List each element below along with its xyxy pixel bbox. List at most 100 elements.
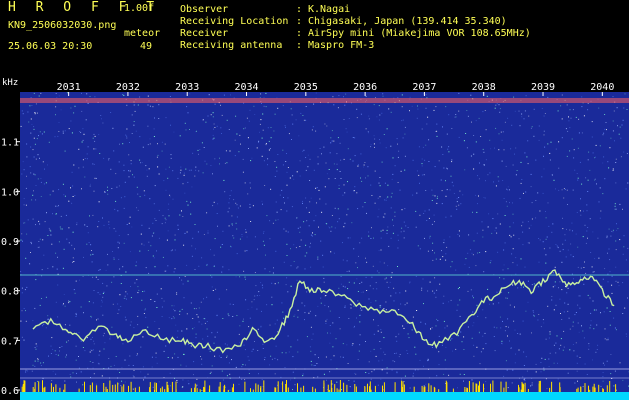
noise-dot bbox=[462, 194, 464, 196]
noise-dot bbox=[503, 149, 505, 151]
noise-dot bbox=[322, 254, 324, 256]
noise-dot bbox=[128, 364, 130, 366]
noise-dot bbox=[581, 325, 582, 327]
noise-dot bbox=[20, 271, 22, 273]
noise-dot bbox=[44, 221, 46, 223]
noise-dot bbox=[265, 143, 267, 145]
noise-dot bbox=[334, 207, 336, 209]
noise-dot bbox=[217, 203, 219, 205]
noise-spike bbox=[117, 382, 119, 392]
noise-dot bbox=[120, 306, 122, 307]
noise-dot bbox=[431, 347, 433, 348]
noise-dot bbox=[346, 214, 348, 216]
noise-dot bbox=[620, 137, 622, 139]
noise-dot bbox=[298, 135, 300, 137]
noise-dot bbox=[248, 326, 250, 328]
noise-spike bbox=[55, 384, 57, 392]
noise-dot bbox=[381, 161, 383, 163]
noise-dot bbox=[212, 205, 214, 207]
noise-dot bbox=[479, 162, 480, 164]
noise-dot bbox=[265, 254, 266, 256]
noise-dot bbox=[165, 219, 167, 221]
noise-dot bbox=[204, 322, 206, 324]
noise-dot bbox=[132, 174, 133, 176]
noise-dot bbox=[169, 385, 171, 387]
noise-spike bbox=[171, 381, 173, 392]
noise-dot bbox=[337, 221, 339, 223]
noise-dot bbox=[547, 143, 549, 145]
noise-dot bbox=[477, 175, 478, 177]
noise-dot bbox=[570, 117, 572, 119]
noise-dot bbox=[552, 286, 554, 288]
noise-dot bbox=[246, 236, 248, 238]
noise-dot bbox=[391, 178, 393, 180]
noise-dot bbox=[359, 242, 361, 244]
noise-dot bbox=[342, 259, 344, 261]
noise-dot bbox=[44, 168, 45, 170]
noise-dot bbox=[436, 123, 438, 125]
noise-dot bbox=[323, 373, 325, 375]
noise-dot bbox=[182, 183, 184, 185]
noise-dot bbox=[84, 350, 86, 352]
noise-dot bbox=[124, 381, 126, 383]
noise-dot bbox=[393, 300, 395, 302]
noise-dot bbox=[467, 252, 469, 254]
noise-dot bbox=[110, 365, 112, 367]
noise-dot bbox=[582, 236, 584, 238]
noise-dot bbox=[493, 336, 495, 337]
noise-dot bbox=[254, 236, 256, 238]
noise-dot bbox=[279, 194, 281, 196]
noise-dot bbox=[401, 120, 403, 122]
noise-dot bbox=[119, 268, 121, 270]
noise-dot bbox=[180, 364, 182, 366]
noise-dot bbox=[78, 332, 80, 334]
noise-dot bbox=[244, 349, 246, 351]
noise-dot bbox=[302, 373, 304, 375]
noise-dot bbox=[514, 306, 515, 308]
noise-dot bbox=[342, 356, 344, 358]
noise-dot bbox=[439, 283, 441, 285]
noise-dot bbox=[302, 202, 303, 204]
noise-dot bbox=[137, 209, 139, 211]
noise-dot bbox=[451, 181, 453, 183]
noise-dot bbox=[577, 177, 579, 179]
noise-dot bbox=[527, 140, 529, 142]
noise-dot bbox=[108, 367, 110, 369]
noise-dot bbox=[384, 353, 386, 355]
noise-dot bbox=[34, 365, 36, 367]
noise-dot bbox=[268, 140, 270, 142]
noise-dot bbox=[259, 123, 261, 125]
noise-dot bbox=[236, 253, 238, 255]
noise-dot bbox=[564, 234, 566, 236]
noise-dot bbox=[432, 259, 434, 261]
noise-spike bbox=[219, 382, 221, 392]
noise-dot bbox=[93, 190, 95, 192]
noise-dot bbox=[507, 117, 509, 119]
noise-dot bbox=[224, 191, 226, 193]
noise-dot bbox=[480, 351, 482, 353]
noise-dot bbox=[239, 205, 241, 207]
noise-dot bbox=[206, 328, 208, 330]
noise-dot bbox=[592, 359, 593, 361]
noise-dot bbox=[384, 213, 386, 215]
noise-dot bbox=[154, 117, 155, 119]
noise-dot bbox=[139, 159, 141, 161]
noise-dot bbox=[325, 323, 327, 324]
noise-dot bbox=[531, 384, 533, 386]
noise-dot bbox=[554, 266, 556, 268]
noise-dot bbox=[286, 171, 288, 173]
noise-dot bbox=[162, 215, 164, 217]
noise-dot bbox=[495, 227, 497, 229]
noise-dot bbox=[459, 299, 461, 301]
noise-dot bbox=[473, 344, 475, 346]
noise-dot bbox=[221, 370, 223, 372]
noise-dot bbox=[570, 254, 572, 256]
noise-dot bbox=[216, 314, 218, 316]
noise-dot bbox=[372, 265, 374, 267]
noise-spike bbox=[128, 385, 129, 392]
noise-spike bbox=[274, 387, 276, 392]
noise-dot bbox=[384, 182, 386, 184]
noise-dot bbox=[262, 129, 264, 131]
noise-dot bbox=[378, 182, 380, 184]
noise-dot bbox=[58, 189, 60, 191]
